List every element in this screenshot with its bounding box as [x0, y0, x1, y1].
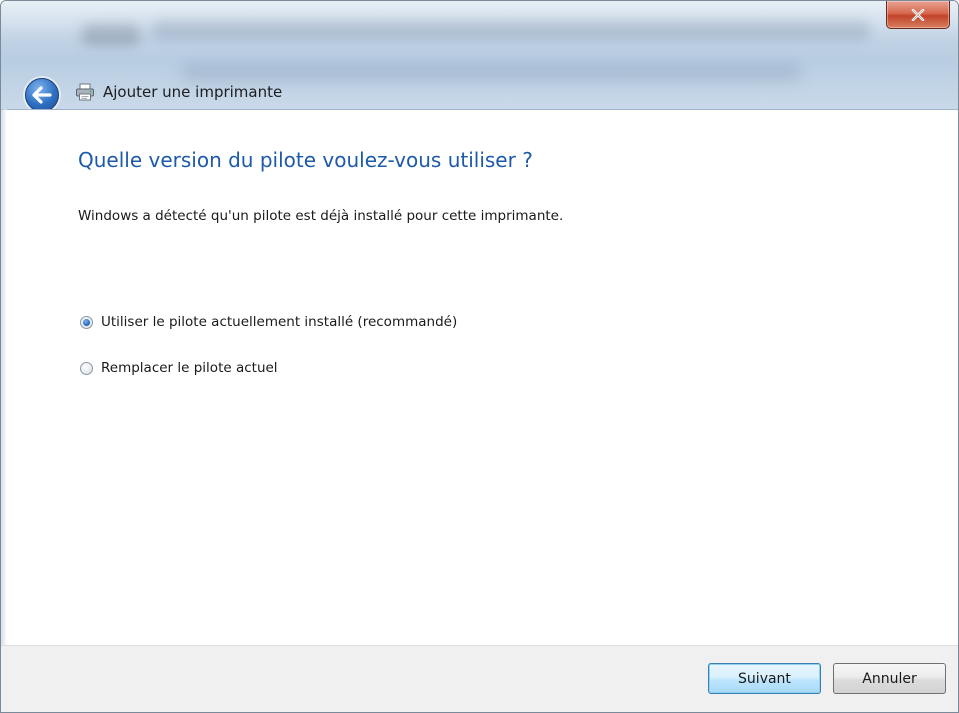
- page-title: Quelle version du pilote voulez-vous uti…: [78, 148, 533, 172]
- back-button[interactable]: [25, 78, 59, 109]
- background-blur: [181, 63, 801, 81]
- option-label: Utiliser le pilote actuellement installé…: [101, 314, 458, 330]
- title-bar: Ajouter une imprimante: [1, 1, 958, 109]
- window-title: Ajouter une imprimante: [103, 83, 283, 101]
- back-arrow-icon: [32, 86, 52, 104]
- radio-button[interactable]: [80, 361, 93, 375]
- next-button[interactable]: Suivant: [708, 663, 821, 694]
- wizard-footer: Suivant Annuler: [1, 645, 958, 712]
- option-label: Remplacer le pilote actuel: [101, 360, 278, 376]
- option-use-current-driver[interactable]: Utiliser le pilote actuellement installé…: [80, 314, 457, 330]
- cancel-button[interactable]: Annuler: [833, 663, 946, 694]
- radio-dot: [83, 318, 90, 326]
- close-button[interactable]: [886, 1, 950, 29]
- wizard-content: Quelle version du pilote voulez-vous uti…: [1, 109, 958, 646]
- radio-button-selected[interactable]: [80, 315, 93, 329]
- printer-icon: [76, 83, 94, 101]
- window-edge: [1, 109, 7, 712]
- close-icon: [911, 8, 925, 21]
- option-replace-driver[interactable]: Remplacer le pilote actuel: [80, 360, 278, 376]
- add-printer-window: Ajouter une imprimante Quelle version du…: [0, 0, 959, 713]
- wizard-title-row: Ajouter une imprimante: [75, 83, 282, 101]
- glass-sheen: [1, 1, 958, 41]
- description-text: Windows a détecté qu'un pilote est déjà …: [78, 208, 564, 224]
